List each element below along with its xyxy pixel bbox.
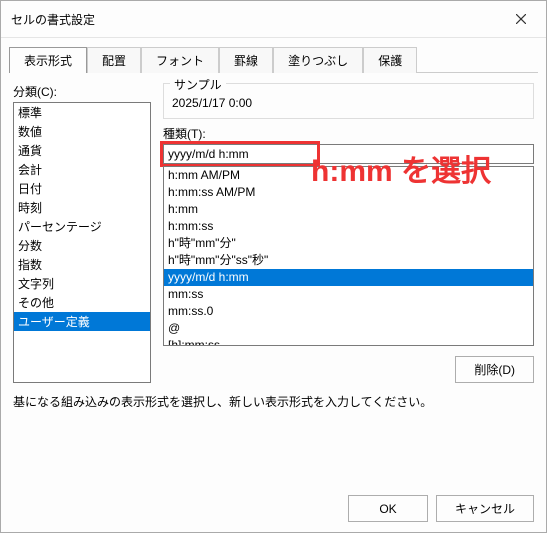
- format-item[interactable]: [h]:mm:ss: [164, 337, 533, 346]
- format-item[interactable]: h"時"mm"分"ss"秒": [164, 252, 533, 269]
- category-item-text[interactable]: 文字列: [14, 274, 150, 293]
- tab-number-format[interactable]: 表示形式: [9, 47, 87, 73]
- category-item-date[interactable]: 日付: [14, 179, 150, 198]
- tabs: 表示形式 配置 フォント 罫線 塗りつぶし 保護: [1, 38, 546, 72]
- tab-content: 分類(C): 標準 数値 通貨 会計 日付 時刻 パーセンテージ 分数 指数 文…: [1, 73, 546, 485]
- ok-button[interactable]: OK: [348, 495, 428, 522]
- tab-label: フォント: [156, 54, 204, 68]
- tab-font[interactable]: フォント: [141, 47, 219, 73]
- close-button[interactable]: [504, 7, 538, 31]
- category-item-percentage[interactable]: パーセンテージ: [14, 217, 150, 236]
- tab-alignment[interactable]: 配置: [87, 47, 141, 73]
- format-item[interactable]: yyyy/m/d h:mm: [164, 269, 533, 286]
- tab-label: 表示形式: [24, 54, 72, 68]
- format-item[interactable]: h"時"mm"分": [164, 235, 533, 252]
- tab-fill[interactable]: 塗りつぶし: [273, 47, 363, 73]
- dialog-footer: OK キャンセル: [1, 485, 546, 532]
- tab-label: 保護: [378, 54, 402, 68]
- category-item-number[interactable]: 数値: [14, 122, 150, 141]
- category-item-currency[interactable]: 通貨: [14, 141, 150, 160]
- sample-box: サンプル 2025/1/17 0:00: [163, 83, 534, 119]
- type-label: 種類(T):: [163, 125, 534, 142]
- tab-label: 塗りつぶし: [288, 54, 348, 68]
- tab-protection[interactable]: 保護: [363, 47, 417, 73]
- sample-value: 2025/1/17 0:00: [172, 96, 525, 110]
- category-item-accounting[interactable]: 会計: [14, 160, 150, 179]
- delete-button[interactable]: 削除(D): [455, 356, 534, 383]
- titlebar-title: セルの書式設定: [11, 11, 95, 28]
- close-icon: [516, 14, 526, 24]
- category-item-fraction[interactable]: 分数: [14, 236, 150, 255]
- category-item-custom[interactable]: ユーザー定義: [14, 312, 150, 331]
- category-label: 分類(C):: [13, 83, 151, 100]
- hint-text: 基になる組み込みの表示形式を選択し、新しい表示形式を入力してください。: [13, 393, 534, 410]
- sample-label: サンプル: [170, 76, 226, 93]
- tab-border[interactable]: 罫線: [219, 47, 273, 73]
- format-item[interactable]: mm:ss.0: [164, 303, 533, 320]
- format-list[interactable]: h:mm AM/PM h:mm:ss AM/PM h:mm h:mm:ss h"…: [163, 166, 534, 346]
- category-item-standard[interactable]: 標準: [14, 103, 150, 122]
- format-item[interactable]: h:mm: [164, 201, 533, 218]
- tab-label: 罫線: [234, 54, 258, 68]
- format-cells-dialog: セルの書式設定 表示形式 配置 フォント 罫線 塗りつぶし 保護 分類(C): …: [0, 0, 547, 533]
- category-list[interactable]: 標準 数値 通貨 会計 日付 時刻 パーセンテージ 分数 指数 文字列 その他 …: [13, 102, 151, 383]
- category-item-scientific[interactable]: 指数: [14, 255, 150, 274]
- tab-label: 配置: [102, 54, 126, 68]
- cancel-button[interactable]: キャンセル: [436, 495, 534, 522]
- format-item[interactable]: h:mm:ss: [164, 218, 533, 235]
- category-item-special[interactable]: その他: [14, 293, 150, 312]
- category-item-time[interactable]: 時刻: [14, 198, 150, 217]
- annotation-text: h:mm を選択: [311, 146, 491, 190]
- format-item[interactable]: @: [164, 320, 533, 337]
- titlebar: セルの書式設定: [1, 1, 546, 38]
- format-item[interactable]: mm:ss: [164, 286, 533, 303]
